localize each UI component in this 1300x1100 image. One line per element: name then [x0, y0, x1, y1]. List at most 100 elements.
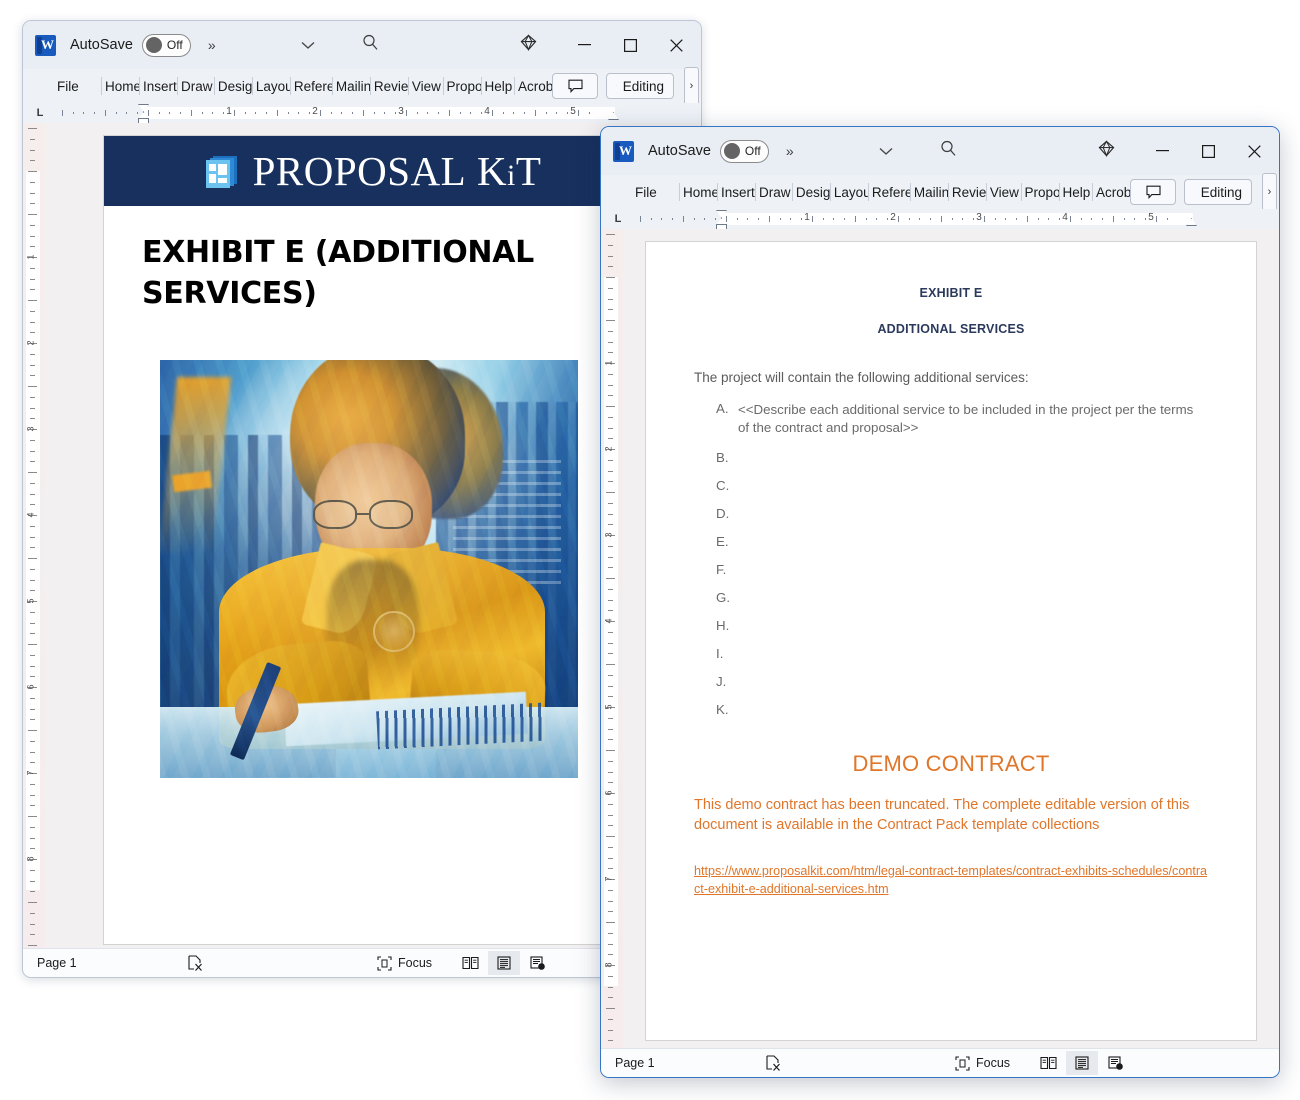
maximize-button[interactable] [1185, 128, 1231, 174]
ribbon-tab-home[interactable]: Home [678, 175, 717, 209]
horizontal-ruler[interactable]: L 1 2 3 4 5 [23, 103, 701, 124]
focus-mode-button[interactable]: Focus [955, 1055, 1010, 1071]
list-item[interactable]: C. [694, 478, 1208, 493]
ribbon-tab-insert[interactable]: Insert [716, 175, 755, 209]
print-layout-view-icon[interactable] [488, 951, 521, 975]
demo-contract-link[interactable]: https://www.proposalkit.com/htm/legal-co… [694, 862, 1208, 899]
document-page[interactable]: PROPOSAL KiT EXHIBIT E (ADDITIONAL SERVI… [103, 135, 643, 945]
focus-mode-button[interactable]: Focus [377, 955, 432, 971]
quick-access-dropdown-icon[interactable] [301, 38, 315, 53]
list-item[interactable]: K. [694, 702, 1208, 717]
comments-button[interactable] [1130, 179, 1176, 205]
list-item[interactable]: J. [694, 674, 1208, 689]
horizontal-ruler-track[interactable]: 1 2 3 4 5 [629, 209, 1273, 230]
autosave-toggle[interactable]: Off [141, 33, 191, 57]
minimize-button[interactable] [561, 22, 607, 68]
list-item[interactable]: B. [694, 450, 1208, 465]
ruler-number: 3 [25, 426, 36, 432]
quick-access-overflow-icon[interactable]: » [208, 37, 216, 53]
ribbon-tab-help[interactable]: Help [1058, 175, 1092, 209]
ribbon-tab-file[interactable]: File [57, 69, 87, 103]
ribbon-expand-chevron-icon[interactable]: › [1262, 173, 1277, 211]
proposal-kit-banner: PROPOSAL KiT [104, 136, 642, 206]
ribbon-tab-bar[interactable]: File Home Insert Draw Design Layout Refe… [23, 67, 701, 105]
list-item[interactable]: I. [694, 646, 1208, 661]
list-item-marker: I. [716, 645, 724, 661]
list-item[interactable]: A. <<Describe each additional service to … [694, 401, 1208, 437]
view-mode-group [1032, 1051, 1132, 1075]
ribbon-tab-references[interactable]: References [289, 69, 332, 103]
list-item-text: <<Describe each additional service to be… [738, 402, 1194, 435]
close-button[interactable] [653, 22, 699, 68]
ribbon-tab-file[interactable]: File [635, 175, 665, 209]
ribbon-tab-design[interactable]: Design [213, 69, 252, 103]
maximize-button[interactable] [607, 22, 653, 68]
document-illustration[interactable] [160, 359, 578, 778]
list-item-marker: F. [716, 561, 727, 577]
ribbon-tab-layout[interactable]: Layout [251, 69, 290, 103]
search-icon[interactable] [940, 140, 957, 162]
ribbon-tab-view[interactable]: View [985, 175, 1021, 209]
list-item[interactable]: F. [694, 562, 1208, 577]
comments-button[interactable] [552, 73, 598, 99]
ribbon-tab-proposal[interactable]: Proposal [1020, 175, 1059, 209]
quick-access-dropdown-icon[interactable] [879, 144, 893, 159]
editing-mode-button[interactable]: Editing [606, 73, 674, 99]
horizontal-ruler-track[interactable]: 1 2 3 4 5 [51, 103, 695, 124]
close-button[interactable] [1231, 128, 1277, 174]
status-page-number[interactable]: Page 1 [615, 1056, 765, 1070]
ribbon-tab-bar[interactable]: File Home Insert Draw Design Layout Refe… [601, 173, 1279, 211]
ribbon-tab-review[interactable]: Review [369, 69, 408, 103]
ribbon-tab-design[interactable]: Design [791, 175, 830, 209]
ribbon-tab-mailings[interactable]: Mailings [909, 175, 948, 209]
read-mode-view-icon[interactable] [1032, 1051, 1064, 1075]
read-mode-view-icon[interactable] [454, 951, 486, 975]
ribbon-tab-draw[interactable]: Draw [176, 69, 214, 103]
web-layout-view-icon[interactable] [522, 951, 554, 975]
title-bar: W AutoSave Off » [23, 21, 701, 69]
ribbon-tab-insert[interactable]: Insert [138, 69, 177, 103]
list-item[interactable]: H. [694, 618, 1208, 633]
ribbon-tab-proposal[interactable]: Proposal [442, 69, 481, 103]
proofing-errors-icon[interactable] [187, 954, 377, 972]
document-content[interactable]: EXHIBIT E ADDITIONAL SERVICES The projec… [646, 242, 1256, 898]
editing-mode-button[interactable]: Editing [1184, 179, 1252, 205]
autosave-label: AutoSave [70, 37, 133, 53]
page-scroll-region[interactable]: EXHIBIT E ADDITIONAL SERVICES The projec… [623, 229, 1279, 1048]
tab-stop-selector[interactable]: L [607, 213, 629, 225]
ribbon-tab-draw[interactable]: Draw [754, 175, 792, 209]
ribbon-tab-acrobat[interactable]: Acrobat [1092, 175, 1130, 209]
word-window-additional-services-document[interactable]: W AutoSave Off » File Home Insert Draw D… [600, 126, 1280, 1078]
web-layout-view-icon[interactable] [1100, 1051, 1132, 1075]
document-page[interactable]: EXHIBIT E ADDITIONAL SERVICES The projec… [645, 241, 1257, 1041]
list-item[interactable]: G. [694, 590, 1208, 605]
ribbon-tab-home[interactable]: Home [100, 69, 139, 103]
ruler-number: 2 [25, 340, 36, 346]
ribbon-tab-view[interactable]: View [407, 69, 443, 103]
ribbon-tab-review[interactable]: Review [947, 175, 986, 209]
vertical-ruler[interactable]: 1 2 3 4 5 6 7 8 [601, 229, 623, 1048]
vertical-ruler[interactable]: 1 2 3 4 5 6 7 8 [23, 123, 45, 948]
tab-stop-selector[interactable]: L [29, 107, 51, 119]
proposal-kit-wordmark: PROPOSAL KiT [253, 147, 542, 195]
list-item-marker: J. [716, 673, 727, 689]
search-icon[interactable] [362, 34, 379, 56]
document-heading-subject: ADDITIONAL SERVICES [877, 322, 1025, 336]
print-layout-view-icon[interactable] [1066, 1051, 1099, 1075]
ribbon-expand-chevron-icon[interactable]: › [684, 67, 699, 105]
list-item[interactable]: E. [694, 534, 1208, 549]
ribbon-tab-acrobat[interactable]: Acrobat [514, 69, 552, 103]
diamond-icon[interactable] [1098, 140, 1115, 162]
autosave-toggle[interactable]: Off [719, 139, 769, 163]
ribbon-tab-mailings[interactable]: Mailings [331, 69, 370, 103]
list-item[interactable]: D. [694, 506, 1208, 521]
horizontal-ruler[interactable]: L 1 2 3 4 5 [601, 209, 1279, 230]
proofing-errors-icon[interactable] [765, 1054, 955, 1072]
status-page-number[interactable]: Page 1 [37, 956, 187, 970]
quick-access-overflow-icon[interactable]: » [786, 143, 794, 159]
ribbon-tab-references[interactable]: References [867, 175, 910, 209]
diamond-icon[interactable] [520, 34, 537, 56]
ribbon-tab-layout[interactable]: Layout [829, 175, 868, 209]
ribbon-tab-help[interactable]: Help [480, 69, 514, 103]
minimize-button[interactable] [1139, 128, 1185, 174]
